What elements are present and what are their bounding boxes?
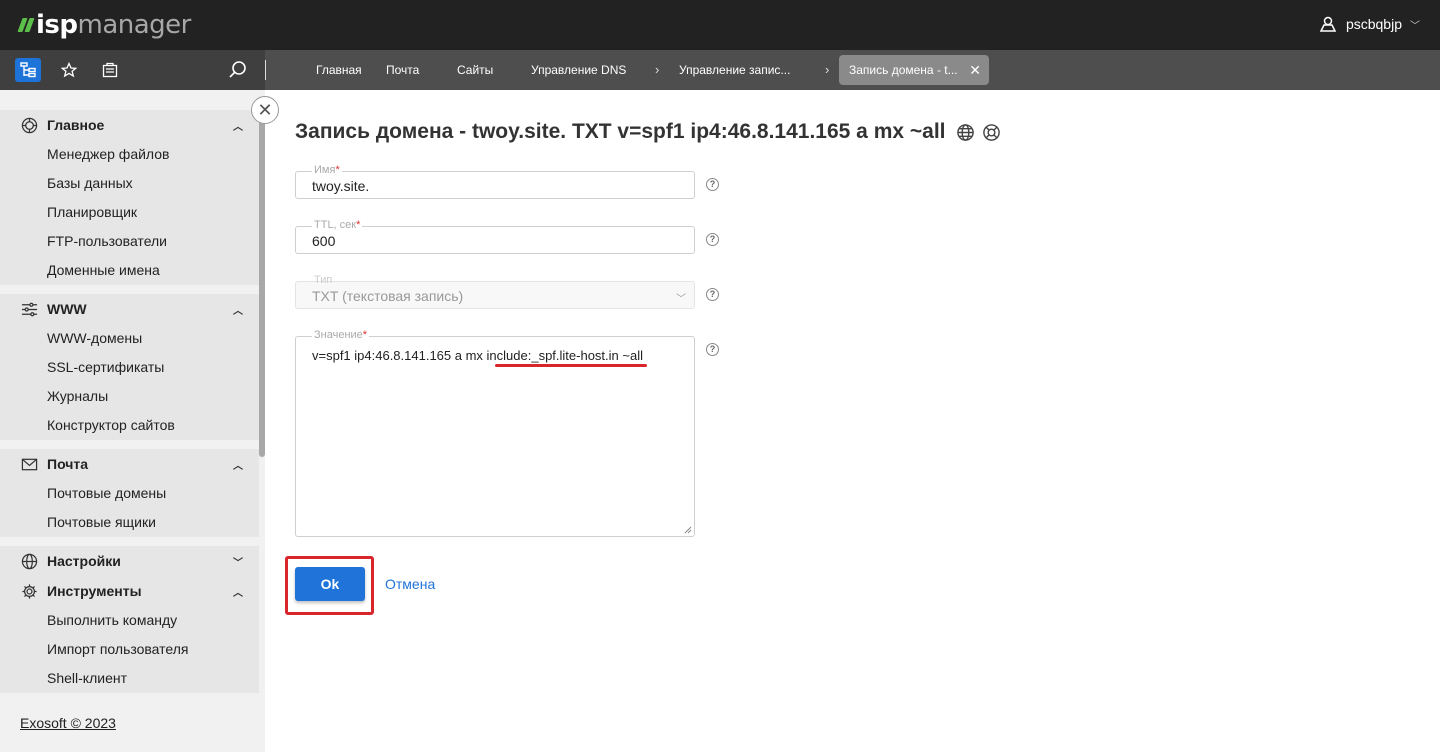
user-menu[interactable]: pscbqbjp ﹀	[1318, 14, 1420, 34]
tab-domain-record-label: Запись домена - t...	[849, 63, 958, 77]
sidebar-group-header[interactable]: Инструменты ︿	[0, 576, 259, 606]
sidebar-item-logs[interactable]: Журналы	[0, 382, 259, 411]
sidebar-item-ssl[interactable]: SSL-сертификаты	[0, 353, 259, 382]
type-select: Тип TXT (текстовая запись) ﹀	[295, 274, 695, 309]
globe-settings-icon[interactable]	[956, 123, 975, 142]
tab-bar: Главная Почта Сайты Управление DNS › Упр…	[0, 50, 1440, 90]
sidebar-item-domain-names[interactable]: Доменные имена	[0, 256, 259, 285]
sidebar-group-header[interactable]: Главное ︿	[0, 110, 259, 140]
sidebar-item-mailboxes[interactable]: Почтовые ящики	[0, 508, 259, 537]
tab-home[interactable]: Главная	[316, 50, 362, 90]
logo[interactable]: isp manager	[17, 10, 192, 40]
search-icon[interactable]	[228, 60, 248, 85]
sidebar-item-shell-client[interactable]: Shell-клиент	[0, 664, 259, 693]
dashboard-icon[interactable]	[97, 58, 123, 82]
menu-tree-icon[interactable]	[15, 58, 41, 82]
username: pscbqbjp	[1345, 16, 1402, 32]
name-field-label: Имя*	[312, 164, 342, 176]
tab-dns[interactable]: Управление DNS	[531, 50, 626, 90]
tab-mail[interactable]: Почта	[386, 50, 419, 90]
sidebar-scrollbar[interactable]	[259, 115, 265, 457]
chevron-down-icon: ﹀	[1410, 20, 1420, 32]
ok-button[interactable]: Ok	[295, 567, 365, 601]
divider	[265, 60, 266, 80]
top-bar: isp manager pscbqbjp ﹀	[0, 0, 1440, 50]
sidebar: Главное ︿ Менеджер файлов Базы данных Пл…	[0, 90, 265, 752]
value-textarea-label: Значение*	[312, 329, 370, 341]
chevron-up-icon: ︿	[233, 588, 243, 599]
value-textarea-text: v=spf1 ip4:46.8.141.165 a mx include:_sp…	[312, 348, 643, 363]
help-icon[interactable]: ?	[706, 178, 719, 191]
sidebar-group-title: WWW	[47, 301, 87, 317]
name-field[interactable]: Имя* twoy.site.	[295, 164, 695, 199]
chevron-up-icon: ︿	[233, 122, 243, 133]
chevron-down-icon: ﹀	[676, 294, 686, 305]
logo-text-manager: manager	[77, 10, 192, 40]
type-select-value: TXT (текстовая запись)	[312, 288, 464, 304]
globe-icon	[20, 116, 38, 134]
sidebar-group-settings: Настройки ﹀	[0, 546, 259, 576]
sidebar-item-run-command[interactable]: Выполнить команду	[0, 606, 259, 635]
sliders-icon	[20, 300, 38, 318]
chevron-right-icon: ›	[655, 62, 660, 77]
sidebar-group-tools: Инструменты ︿ Выполнить команду Импорт п…	[0, 576, 259, 693]
sidebar-item-site-builder[interactable]: Конструктор сайтов	[0, 411, 259, 440]
chevron-up-icon: ︿	[233, 306, 243, 317]
tab-records[interactable]: Управление запис...	[679, 50, 790, 90]
sidebar-group-header[interactable]: Почта ︿	[0, 449, 259, 479]
user-icon	[1319, 16, 1337, 32]
star-icon[interactable]	[56, 58, 82, 82]
tab-sites[interactable]: Сайты	[457, 50, 493, 90]
envelope-icon	[20, 455, 38, 473]
sidebar-group-title: Инструменты	[47, 583, 142, 599]
sidebar-group-header[interactable]: Настройки ﹀	[0, 546, 259, 576]
help-icon[interactable]: ?	[706, 343, 719, 356]
sidebar-item-databases[interactable]: Базы данных	[0, 169, 259, 198]
chevron-down-icon: ﹀	[233, 558, 243, 569]
page-title: Запись домена - twoy.site. TXT v=spf1 ip…	[295, 120, 1001, 144]
settings-globe-icon	[20, 552, 38, 570]
ttl-field-value: 600	[312, 233, 336, 249]
sidebar-group-title: Настройки	[47, 553, 121, 569]
sidebar-group-www: WWW ︿ WWW-домены SSL-сертификаты Журналы…	[0, 294, 259, 440]
type-select-label: Тип	[314, 274, 333, 286]
close-icon: ✕	[257, 99, 273, 120]
close-tab-icon[interactable]: ✕	[969, 55, 981, 85]
sidebar-item-file-manager[interactable]: Менеджер файлов	[0, 140, 259, 169]
sidebar-item-import-user[interactable]: Импорт пользователя	[0, 635, 259, 664]
page-title-text: Запись домена - twoy.site. TXT v=spf1 ip…	[295, 120, 946, 143]
resize-handle-icon[interactable]	[684, 526, 692, 534]
chevron-right-icon: ›	[825, 62, 830, 77]
collapse-sidebar-button[interactable]: ✕	[251, 96, 279, 124]
sidebar-item-ftp-users[interactable]: FTP-пользователи	[0, 227, 259, 256]
help-lifebuoy-icon[interactable]	[982, 123, 1001, 142]
name-field-value: twoy.site.	[312, 178, 370, 194]
help-icon[interactable]: ?	[706, 288, 719, 301]
sidebar-item-scheduler[interactable]: Планировщик	[0, 198, 259, 227]
gear-icon	[20, 582, 38, 600]
sidebar-group-header[interactable]: WWW ︿	[0, 294, 259, 324]
chevron-up-icon: ︿	[233, 461, 243, 472]
ttl-field-label: TTL, сек*	[312, 219, 363, 231]
logo-text-isp: isp	[36, 10, 78, 40]
footer-copyright-link[interactable]: Exosoft © 2023	[20, 715, 116, 731]
help-icon[interactable]: ?	[706, 233, 719, 246]
sidebar-item-mail-domains[interactable]: Почтовые домены	[0, 479, 259, 508]
highlight-underline	[495, 364, 647, 367]
sidebar-group-title: Главное	[47, 117, 105, 133]
tab-domain-record[interactable]: Запись домена - t... ✕	[839, 55, 989, 85]
ttl-field[interactable]: TTL, сек* 600	[295, 219, 695, 254]
sidebar-group-title: Почта	[47, 456, 89, 472]
sidebar-group-main: Главное ︿ Менеджер файлов Базы данных Пл…	[0, 110, 259, 285]
sidebar-item-www-domains[interactable]: WWW-домены	[0, 324, 259, 353]
sidebar-group-mail: Почта ︿ Почтовые домены Почтовые ящики	[0, 449, 259, 537]
logo-mark-icon	[17, 18, 35, 32]
cancel-link[interactable]: Отмена	[385, 576, 435, 592]
